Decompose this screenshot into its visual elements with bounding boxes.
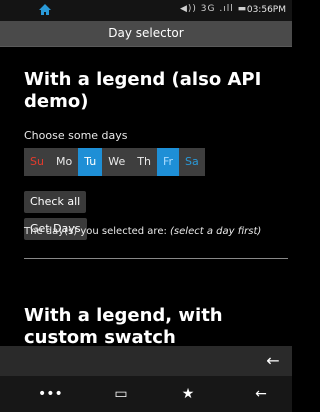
- day-friday[interactable]: Fr: [156, 148, 179, 176]
- result-prefix: The day(s) you selected are:: [24, 226, 171, 237]
- day-tuesday[interactable]: Tu: [78, 148, 103, 176]
- check-all-button[interactable]: Check all: [24, 191, 87, 213]
- section1-heading-line1: With a legend (also API: [24, 69, 262, 90]
- day-selector: Su Mo Tu We Th Fr Sa: [24, 148, 205, 176]
- bottom-action-bar: ←: [0, 346, 292, 376]
- windows-icon[interactable]: ▭: [111, 384, 131, 404]
- content-scroll-area[interactable]: With a legend (also API demo) Choose som…: [0, 47, 292, 346]
- title-bar: Day selector: [0, 21, 292, 47]
- bookmark-star-icon[interactable]: ★: [178, 384, 198, 404]
- status-time: 03:56PM: [246, 5, 286, 15]
- home-icon: [39, 4, 51, 15]
- section-divider: [24, 258, 288, 259]
- choose-days-label: Choose some days: [24, 129, 128, 142]
- status-icons: ◀)) 3G .ıll ▬: [180, 4, 248, 14]
- nav-back-icon[interactable]: ←: [251, 384, 271, 404]
- result-value: (select a day first): [170, 226, 262, 237]
- day-sunday[interactable]: Su: [24, 148, 50, 176]
- section1-heading-line2: demo): [24, 91, 89, 112]
- section2-heading-line2: custom swatch: [24, 327, 176, 346]
- status-bar: ◀)) 3G .ıll ▬ 03:56PM: [0, 0, 292, 21]
- back-arrow-icon[interactable]: ←: [264, 352, 282, 370]
- page-title: Day selector: [108, 26, 184, 40]
- section2-heading-line1: With a legend, with: [24, 305, 223, 326]
- more-icon[interactable]: •••: [38, 384, 63, 404]
- navigation-bar: ••• ▭ ★ ←: [0, 376, 292, 412]
- day-monday[interactable]: Mo: [49, 148, 79, 176]
- day-saturday[interactable]: Sa: [179, 148, 205, 176]
- day-wednesday[interactable]: We: [102, 148, 132, 176]
- selected-days-result: The day(s) you selected are: (select a d…: [24, 225, 286, 238]
- day-thursday[interactable]: Th: [131, 148, 157, 176]
